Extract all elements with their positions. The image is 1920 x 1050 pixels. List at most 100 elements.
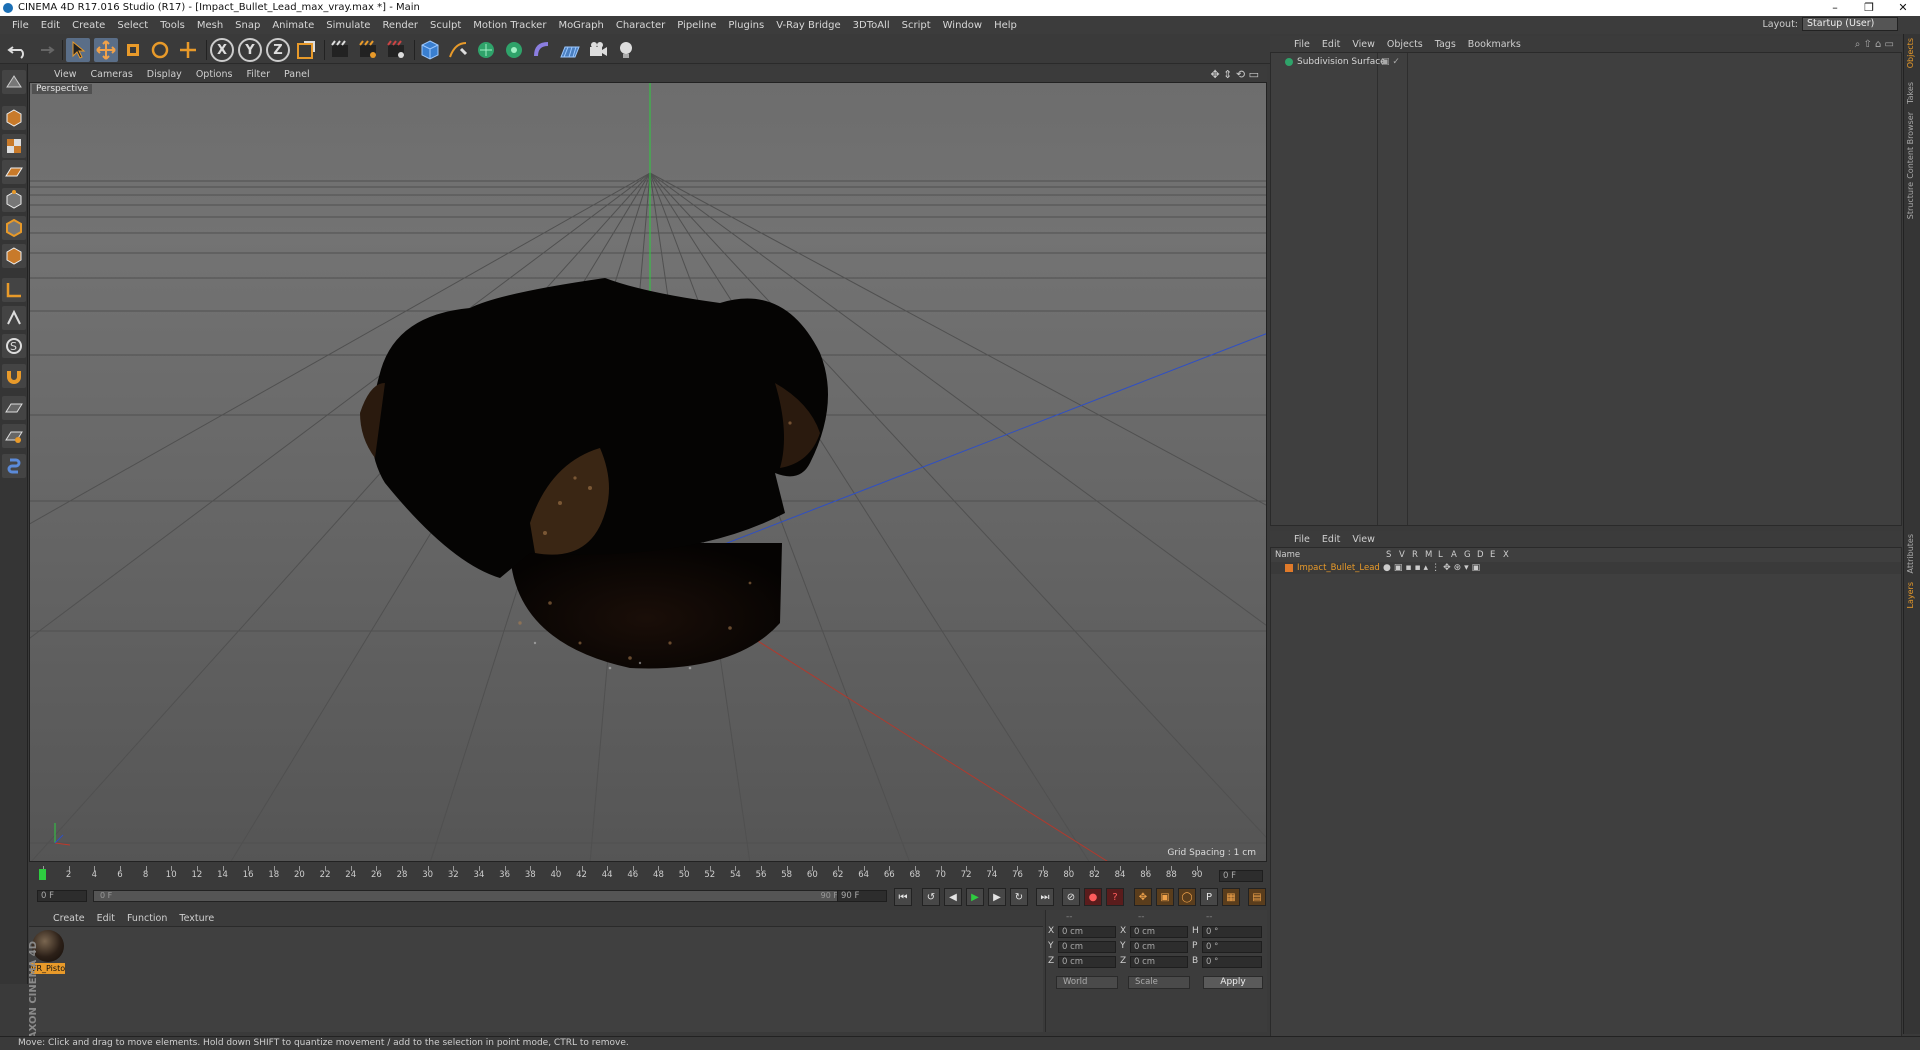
pos-x-field[interactable]: 0 cm	[1058, 926, 1116, 938]
previous-frame-button[interactable]: ◀	[944, 888, 962, 906]
subdivision-surface-icon[interactable]	[474, 38, 498, 62]
menu-plugins[interactable]: Plugins	[722, 20, 770, 31]
camera-icon[interactable]	[586, 38, 610, 62]
rotate-tool-icon[interactable]	[148, 38, 172, 62]
menu-motion-tracker[interactable]: Motion Tracker	[467, 20, 552, 31]
menu-create[interactable]: Create	[66, 20, 111, 31]
transform-tool-icon[interactable]	[176, 38, 200, 62]
object-name[interactable]: Subdivision Surface	[1297, 56, 1386, 68]
objmgr-menu-file[interactable]: File	[1288, 39, 1316, 50]
tweak-mode-icon[interactable]	[2, 306, 26, 330]
rot-p-field[interactable]: 0 °	[1202, 941, 1262, 953]
layermgr-menu-view[interactable]: View	[1346, 534, 1381, 545]
deformer-icon[interactable]	[530, 38, 554, 62]
render-picture-viewer-icon[interactable]	[356, 38, 380, 62]
tab-layers[interactable]: Layers	[1906, 582, 1919, 608]
object-visibility-toggle[interactable]: ▣ ✓	[1381, 56, 1400, 68]
menu-script[interactable]: Script	[896, 20, 937, 31]
next-keyframe-button[interactable]: ↻	[1010, 888, 1028, 906]
y-axis-lock-button[interactable]: Y	[238, 38, 262, 62]
tab-content-browser[interactable]: Content Browser	[1906, 112, 1919, 179]
viewport-camera-label[interactable]: Perspective	[32, 84, 93, 94]
layer-toggle-icons[interactable]: ●▣▪▪▴⋮✥⊛▾▣	[1383, 562, 1483, 574]
texture-mode-icon[interactable]	[2, 134, 26, 158]
layer-color-swatch[interactable]	[1285, 564, 1293, 572]
viewport-menu-filter[interactable]: Filter	[239, 69, 277, 80]
go-to-start-button[interactable]: ⏮	[894, 888, 912, 906]
size-mode-dropdown[interactable]: Scale	[1128, 976, 1190, 989]
menu-mesh[interactable]: Mesh	[191, 20, 229, 31]
frame-range-slider[interactable]: 0 F 90 F	[93, 890, 853, 902]
play-forward-button[interactable]: ▶	[966, 888, 984, 906]
render-view-icon[interactable]	[328, 38, 352, 62]
snap-icon[interactable]: S	[2, 334, 26, 358]
planar-workplane-icon[interactable]	[2, 424, 26, 448]
tab-objects[interactable]: Objects	[1906, 38, 1919, 68]
workplane-mode-icon[interactable]	[2, 160, 26, 184]
record-keys-button[interactable]: ⊘	[1062, 888, 1080, 906]
objmgr-menu-view[interactable]: View	[1346, 39, 1381, 50]
menu-sculpt[interactable]: Sculpt	[424, 20, 467, 31]
z-axis-lock-button[interactable]: Z	[266, 38, 290, 62]
redo-icon[interactable]	[32, 38, 56, 62]
menu-help[interactable]: Help	[988, 20, 1023, 31]
x-axis-lock-button[interactable]: X	[210, 38, 234, 62]
polygons-mode-icon[interactable]	[2, 244, 26, 268]
menu-character[interactable]: Character	[610, 20, 671, 31]
menu-snap[interactable]: Snap	[229, 20, 266, 31]
tab-attributes[interactable]: Attributes	[1906, 534, 1919, 574]
layer-name[interactable]: Impact_Bullet_Lead	[1297, 562, 1380, 574]
previous-keyframe-button[interactable]: ↺	[922, 888, 940, 906]
menu-mograph[interactable]: MoGraph	[552, 20, 609, 31]
scale-key-button[interactable]: ▣	[1156, 888, 1174, 906]
coordinate-mode-dropdown[interactable]: World	[1056, 976, 1118, 989]
viewport-nav-icons[interactable]: ✥ ⇕ ⟲ ▭	[1210, 68, 1259, 81]
light-icon[interactable]	[614, 38, 638, 62]
autokey-button[interactable]: ●	[1084, 888, 1102, 906]
objmgr-menu-objects[interactable]: Objects	[1381, 39, 1429, 50]
make-editable-icon[interactable]	[2, 70, 26, 94]
menu-edit[interactable]: Edit	[35, 20, 66, 31]
start-frame-field[interactable]: 0 F	[37, 890, 87, 902]
end-frame-field[interactable]: 90 F	[837, 890, 887, 902]
material-menu-edit[interactable]: Edit	[91, 913, 121, 924]
coordinate-system-icon[interactable]	[294, 38, 318, 62]
model-mode-icon[interactable]	[2, 106, 26, 130]
objmgr-menu-edit[interactable]: Edit	[1316, 39, 1346, 50]
size-z-field[interactable]: 0 cm	[1130, 956, 1188, 968]
menu-tools[interactable]: Tools	[154, 20, 191, 31]
edges-mode-icon[interactable]	[2, 216, 26, 240]
objmgr-menu-bookmarks[interactable]: Bookmarks	[1462, 39, 1527, 50]
pos-y-field[interactable]: 0 cm	[1058, 941, 1116, 953]
size-x-field[interactable]: 0 cm	[1130, 926, 1188, 938]
layer-row[interactable]: Impact_Bullet_Lead ●▣▪▪▴⋮✥⊛▾▣	[1271, 562, 1901, 574]
undo-icon[interactable]	[6, 38, 30, 62]
objmgr-search-icon[interactable]: ⌕ ⇧ ⌂ ▭	[1855, 39, 1894, 50]
rotation-key-button[interactable]: ◯	[1178, 888, 1196, 906]
menu-render[interactable]: Render	[376, 20, 424, 31]
tab-takes[interactable]: Takes	[1906, 82, 1919, 104]
render-settings-icon[interactable]	[384, 38, 408, 62]
menu-3dtoall[interactable]: 3DToAll	[847, 20, 896, 31]
point-level-key-button[interactable]: ▦	[1222, 888, 1240, 906]
axis-mode-icon[interactable]	[2, 278, 26, 302]
menu-pipeline[interactable]: Pipeline	[671, 20, 722, 31]
close-button[interactable]: ✕	[1886, 0, 1920, 16]
menu-file[interactable]: File	[6, 20, 35, 31]
tab-structure[interactable]: Structure	[1906, 182, 1919, 219]
viewport-menu-view[interactable]: View	[47, 69, 84, 80]
menu-simulate[interactable]: Simulate	[320, 20, 376, 31]
viewport-menu-options[interactable]: Options	[189, 69, 240, 80]
viewport-menu-panel[interactable]: Panel	[277, 69, 317, 80]
object-row[interactable]: Subdivision Surface ▣ ✓	[1271, 56, 1901, 68]
layermgr-menu-edit[interactable]: Edit	[1316, 534, 1346, 545]
array-icon[interactable]	[502, 38, 526, 62]
select-arrow-icon[interactable]	[66, 38, 90, 62]
workplane-lock-icon[interactable]	[2, 396, 26, 420]
menu-vray-bridge[interactable]: V-Ray Bridge	[770, 20, 846, 31]
scale-tool-icon[interactable]	[121, 38, 145, 62]
material-menu-function[interactable]: Function	[121, 913, 173, 924]
current-frame-field[interactable]: 0 F	[1219, 870, 1263, 882]
maximize-button[interactable]: ❐	[1852, 0, 1886, 16]
layermgr-menu-file[interactable]: File	[1288, 534, 1316, 545]
